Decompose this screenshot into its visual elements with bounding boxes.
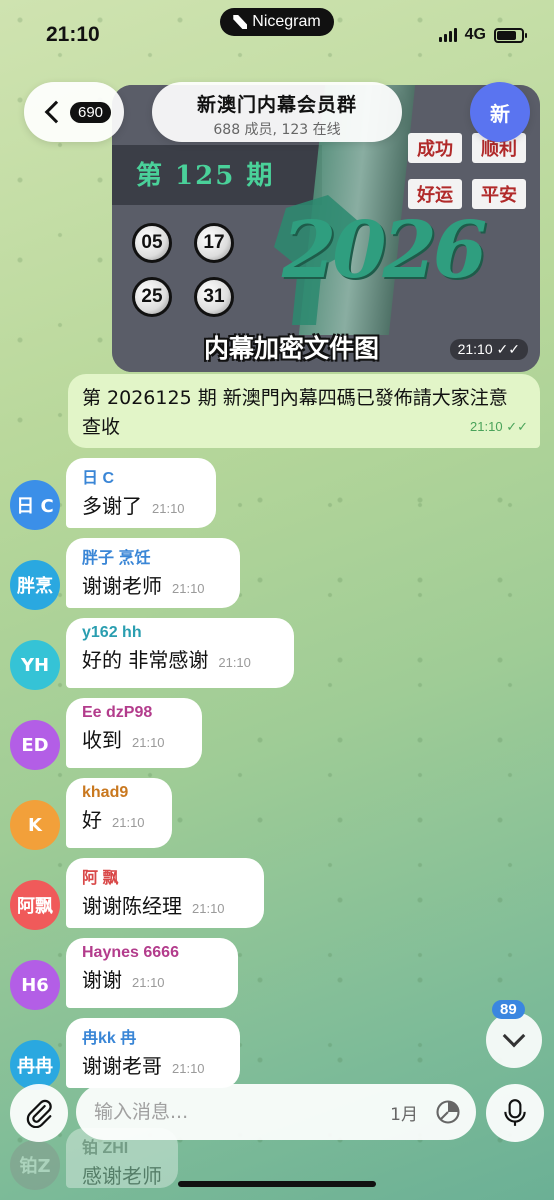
network-label: 4G [464, 26, 486, 43]
poster-caption: 内幕加密文件图 [204, 334, 380, 363]
paperclip-icon [26, 1099, 52, 1128]
poster-issue-label: 第 125 期 [136, 161, 275, 191]
nicegram-logo-icon [233, 15, 248, 29]
message-row[interactable]: 阿飘阿 飘谢谢陈经理 21:10 [0, 858, 554, 930]
avatar[interactable]: H6 [10, 960, 60, 1010]
message-bubble[interactable]: 日 C 多谢了 21:10 [66, 458, 216, 528]
back-button[interactable]: 690 [24, 82, 124, 142]
sender-name[interactable]: 阿 飘 [82, 864, 248, 888]
home-indicator [178, 1181, 376, 1187]
message-timestamp: 21:10 [132, 735, 165, 750]
avatar[interactable]: ED [10, 720, 60, 770]
sender-name[interactable]: 胖子 烹饪 [82, 544, 224, 568]
message-text: 谢谢老师 [82, 574, 162, 598]
clock: 21:10 [46, 23, 100, 46]
message-row[interactable]: YH y162 hh 好的 非常感谢 21:10 [0, 618, 554, 690]
avatar[interactable]: 日 C [10, 480, 60, 530]
timer-icon[interactable] [434, 1098, 462, 1126]
chevron-down-icon [502, 1024, 526, 1048]
message-timestamp: 21:10 [132, 975, 165, 990]
message-timestamp: 21:10 [192, 901, 225, 916]
image-timestamp: 21:10 ✓✓ [449, 339, 528, 360]
poster-number: 17 [194, 223, 234, 263]
chat-title-bar[interactable]: 新澳门内幕会员群 688 成员, 123 在线 [152, 82, 402, 142]
message-bubble[interactable]: khad9 好 21:10 [66, 778, 172, 848]
message-text: 收到 [82, 728, 122, 752]
message-timestamp: 21:10 [172, 581, 205, 596]
avatar: 铂Z [10, 1140, 60, 1190]
message-bubble[interactable]: 胖子 烹饪谢谢老师 21:10 [66, 538, 240, 608]
poster-year-art: 2026 [282, 205, 487, 296]
sender-name[interactable]: Haynes 6666 [82, 944, 222, 962]
message-timestamp: 21:10 [152, 501, 185, 516]
outgoing-message[interactable]: 第 2026125 期 新澳門內幕四碼已發佈請大家注意查收 21:10 ✓✓ [68, 374, 540, 448]
avatar[interactable]: 冉冉 [10, 1040, 60, 1090]
avatar[interactable]: YH [10, 640, 60, 690]
message-text: 多谢了 [82, 494, 142, 518]
outgoing-message-text: 第 2026125 期 新澳門內幕四碼已發佈請大家注意查收 [82, 387, 508, 438]
battery-icon [494, 27, 527, 43]
message-composer: 1月 [76, 1084, 476, 1140]
unread-count-badge: 690 [70, 101, 112, 123]
message-bubble[interactable]: y162 hh 好的 非常感谢 21:10 [66, 618, 294, 688]
message-timestamp: 21:10 [218, 655, 251, 670]
chat-title: 新澳门内幕会员群 [196, 94, 357, 116]
message-text: 谢谢 [82, 968, 122, 992]
message-row[interactable]: H6 Haynes 6666 谢谢 21:10 [0, 938, 554, 1010]
signal-icon [438, 28, 457, 42]
message-text: 谢谢老哥 [82, 1054, 162, 1078]
poster-tag: 平安 [472, 179, 526, 209]
message-row[interactable]: Kkhad9 好 21:10 [0, 778, 554, 850]
message-text: 谢谢陈经理 [82, 894, 182, 918]
avatar[interactable]: 阿飘 [10, 880, 60, 930]
schedule-month-button[interactable]: 1月 [390, 1100, 418, 1125]
message-row[interactable]: 胖烹 胖子 烹饪谢谢老师 21:10 [0, 538, 554, 610]
unread-mentions-badge: 89 [492, 1000, 525, 1019]
message-row[interactable]: 冉冉 冉kk 冉谢谢老哥 21:10 [0, 1018, 554, 1090]
attach-button[interactable] [10, 1084, 68, 1142]
dynamic-island: Nicegram [220, 8, 334, 36]
outgoing-timestamp: 21:10 ✓✓ [470, 419, 528, 434]
message-text: 好的 非常感谢 [82, 648, 209, 672]
message-bubble[interactable]: 阿 飘谢谢陈经理 21:10 [66, 858, 264, 928]
message-row[interactable]: ED Ee dzP98 收到 21:10 [0, 698, 554, 770]
status-indicators: 4G [438, 26, 527, 44]
avatar[interactable]: K [10, 800, 60, 850]
message-row[interactable]: 日 C 日 C 多谢了 21:10 [0, 458, 554, 530]
island-label: Nicegram [252, 13, 321, 30]
poster-number: 31 [194, 277, 234, 317]
chat-member-count: 688 成员, 123 在线 [213, 122, 341, 138]
message-timestamp: 21:10 [172, 1061, 205, 1076]
poster-number: 05 [132, 223, 172, 263]
message-timestamp: 21:10 [112, 815, 145, 830]
sender-name[interactable]: khad9 [82, 784, 156, 802]
message-bubble[interactable]: Haynes 6666 谢谢 21:10 [66, 938, 238, 1008]
poster-number: 25 [132, 277, 172, 317]
sender-name[interactable]: Ee dzP98 [82, 704, 186, 722]
message-input[interactable] [94, 1101, 391, 1123]
avatar[interactable]: 胖烹 [10, 560, 60, 610]
group-avatar[interactable]: 新 [470, 82, 530, 142]
voice-record-button[interactable] [486, 1084, 544, 1142]
poster-tag: 成功 [408, 133, 462, 163]
message-text: 好 [82, 808, 102, 832]
back-chevron-icon [44, 100, 68, 124]
sender-name[interactable]: y162 hh [82, 624, 278, 642]
scroll-to-bottom-button[interactable] [486, 1012, 542, 1068]
microphone-icon [504, 1099, 526, 1126]
message-bubble[interactable]: Ee dzP98 收到 21:10 [66, 698, 202, 768]
message-bubble[interactable]: 冉kk 冉谢谢老哥 21:10 [66, 1018, 240, 1088]
sender-name[interactable]: 日 C [82, 464, 200, 488]
message-text: 感谢老师 [82, 1164, 162, 1188]
sender-name[interactable]: 冉kk 冉 [82, 1024, 224, 1048]
poster-tag: 好运 [408, 179, 462, 209]
